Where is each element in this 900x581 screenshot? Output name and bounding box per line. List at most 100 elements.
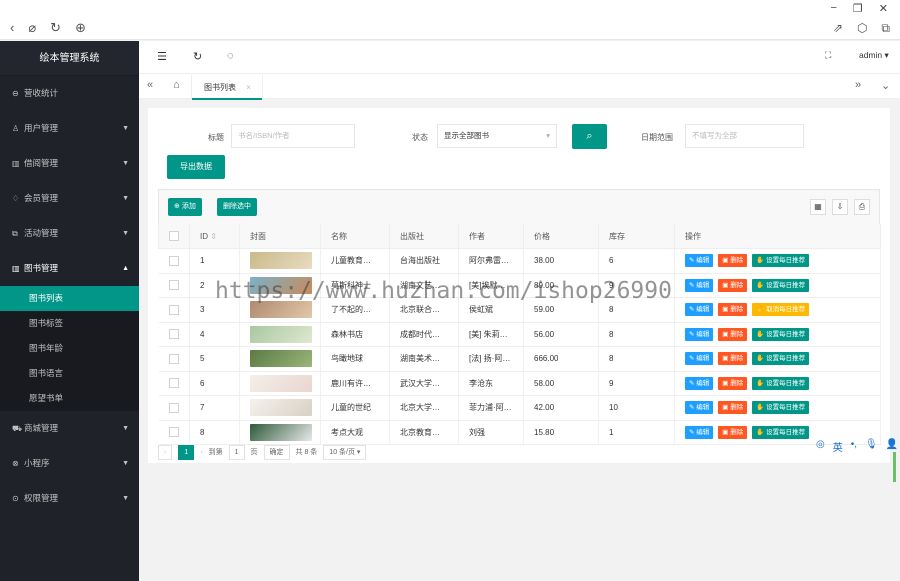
fullscreen-icon[interactable]: ⛶ — [825, 50, 831, 61]
ime-mic-icon[interactable]: 🎙 — [865, 439, 878, 454]
delete-button[interactable]: ▣ 删除 — [718, 254, 748, 268]
row-checkbox[interactable] — [168, 427, 179, 438]
export-icon[interactable]: ⇩ — [832, 199, 848, 215]
sidebar-item2-1[interactable]: ⊗ 小程序 ▼ — [0, 446, 139, 481]
edit-button[interactable]: ✎ 编辑 — [685, 303, 714, 317]
sidebar-item-3[interactable]: ♢ 会员管理 ▼ — [0, 181, 139, 216]
tabs-more-icon[interactable]: ⌄ — [881, 79, 890, 92]
tabs-left-icon[interactable]: « — [147, 79, 153, 91]
confirm-button[interactable]: 确定 — [263, 444, 290, 460]
col-id[interactable]: ID ⇕ — [189, 224, 240, 249]
ime-punct-icon[interactable]: •, — [851, 439, 857, 454]
theme-icon[interactable]: ◌ — [227, 50, 234, 62]
table-row[interactable]: 4 森林书店 成都时代… [美] 朱莉… 56.00 8 ✎ 编辑 ▣ 删除 ✋ 设置每日推荐 — [158, 322, 881, 347]
daily-recommend-button[interactable]: ✋ 取消每日推荐 — [752, 303, 810, 317]
row-checkbox[interactable] — [168, 353, 179, 364]
delete-button[interactable]: ▣ 删除 — [718, 352, 748, 366]
thumb-icon: ✋ — [756, 281, 765, 289]
submenu-item-4[interactable]: 愿望书单 — [0, 386, 139, 411]
delete-button[interactable]: ▣ 删除 — [718, 327, 748, 341]
submenu-item-0[interactable]: 图书列表 — [0, 286, 139, 311]
edit-button[interactable]: ✎ 编辑 — [685, 254, 714, 268]
daily-recommend-button[interactable]: ✋ 设置每日推荐 — [752, 278, 810, 292]
ime-user-icon[interactable]: 👤 — [886, 439, 898, 454]
search-button[interactable]: ⌕ — [572, 124, 607, 149]
ime-logo-icon[interactable]: ◎ — [816, 439, 825, 454]
row-checkbox[interactable] — [168, 255, 179, 266]
table-row[interactable]: 6 鹿川有许… 武汉大学… 李沧东 58.00 9 ✎ 编辑 ▣ 删除 ✋ 设置每日推荐 — [158, 371, 881, 396]
daily-recommend-button[interactable]: ✋ 设置每日推荐 — [752, 352, 810, 366]
book-cover-image — [250, 423, 312, 441]
share-icon[interactable]: ⇗ — [833, 21, 843, 36]
minimize-icon[interactable]: − — [830, 2, 836, 15]
delete-button[interactable]: ▣ 删除 — [718, 278, 748, 292]
edit-button[interactable]: ✎ 编辑 — [685, 327, 714, 341]
page-input[interactable]: 1 — [228, 444, 245, 460]
home-icon[interactable]: ⌂ — [173, 79, 180, 91]
close-icon[interactable]: ✕ — [879, 2, 888, 15]
table-row[interactable]: 7 儿童的世纪 北京大学… 菲力浦·阿… 42.00 10 ✎ 编辑 ▣ 删除 ✋ 设置每日推荐 — [158, 395, 881, 421]
prev-page-icon[interactable]: ‹ — [158, 444, 173, 460]
row-checkbox[interactable] — [168, 402, 179, 413]
row-checkbox[interactable] — [168, 280, 179, 291]
tabs-right-icon[interactable]: » — [855, 79, 861, 91]
sidebar-item2-2[interactable]: ⊙ 权限管理 ▼ — [0, 481, 139, 516]
row-checkbox[interactable] — [168, 304, 179, 315]
row-checkbox[interactable] — [168, 329, 179, 340]
tab-book-list[interactable]: 图书列表 × — [191, 74, 263, 100]
sidebar-item-2[interactable]: ▥ 借阅管理 ▼ — [0, 146, 139, 181]
daily-recommend-button[interactable]: ✋ 设置每日推荐 — [752, 401, 810, 415]
print-icon[interactable]: ⎙ — [854, 199, 870, 215]
sidebar-item-0[interactable]: ⊖ 营收统计 — [0, 76, 139, 111]
link-icon[interactable]: ⌀ — [28, 20, 36, 36]
sidebar-item2-0[interactable]: ⛟ 商城管理 ▼ — [0, 411, 139, 446]
delete-button[interactable]: ▣ 删除 — [718, 425, 748, 439]
row-checkbox[interactable] — [168, 378, 179, 389]
screenshot-icon[interactable]: ⧉ — [881, 21, 890, 36]
delete-button[interactable]: ▣ 删除 — [718, 376, 748, 390]
date-range-input[interactable]: 不填写为全部 — [685, 124, 804, 148]
submenu-item-1[interactable]: 图书标签 — [0, 311, 139, 336]
back-icon[interactable]: ‹ — [10, 20, 14, 36]
edit-button[interactable]: ✎ 编辑 — [685, 401, 714, 415]
edit-button[interactable]: ✎ 编辑 — [685, 425, 714, 439]
title-search-input[interactable]: 书名/ISBN/作者 — [231, 124, 355, 148]
daily-recommend-button[interactable]: ✋ 设置每日推荐 — [752, 254, 810, 268]
menu-toggle-icon[interactable]: ☰ — [157, 50, 167, 63]
columns-icon[interactable]: ▦ — [810, 199, 826, 215]
export-button[interactable]: 导出数据 — [167, 155, 225, 179]
edit-button[interactable]: ✎ 编辑 — [685, 352, 714, 366]
refresh-page-icon[interactable]: ↻ — [193, 50, 202, 63]
delete-selected-button[interactable]: 删除选中 — [217, 198, 257, 216]
sidebar-item-1[interactable]: ♙ 用户管理 ▼ — [0, 111, 139, 146]
status-select[interactable]: 显示全部图书 ▾ — [437, 124, 557, 148]
page-1[interactable]: 1 — [178, 444, 195, 460]
submenu-item-2[interactable]: 图书年龄 — [0, 336, 139, 361]
miniapp-icon: ⊗ — [12, 459, 19, 468]
select-all-checkbox[interactable] — [169, 231, 179, 241]
submenu-item-3[interactable]: 图书语言 — [0, 361, 139, 386]
user-menu[interactable]: admin ▾ — [859, 50, 889, 61]
edit-button[interactable]: ✎ 编辑 — [685, 278, 714, 292]
cart-icon: ⛟ — [12, 424, 23, 433]
next-page-icon[interactable]: › — [200, 449, 202, 456]
daily-recommend-button[interactable]: ✋ 设置每日推荐 — [752, 327, 810, 341]
sidebar-item-5[interactable]: ▥ 图书管理 ▲ — [0, 251, 139, 286]
page-size-select[interactable]: 10 条/页 ▾ — [323, 444, 367, 460]
sidebar-item-4[interactable]: ⧉ 活动管理 ▼ — [0, 216, 139, 251]
daily-recommend-button[interactable]: ✋ 设置每日推荐 — [752, 425, 810, 439]
refresh-icon[interactable]: ↻ — [50, 20, 61, 36]
delete-button[interactable]: ▣ 删除 — [718, 303, 748, 317]
table-row[interactable]: 5 鸟瞰地球 湖南美术… [法] 扬·阿… 666.00 8 ✎ 编辑 ▣ 删除 ✋ 设置每日推… — [158, 346, 881, 372]
table-row[interactable]: 8 考点大观 北京教育… 刘强 15.80 1 ✎ 编辑 ▣ 删除 ✋ 设置每日推荐 — [158, 420, 881, 445]
delete-button[interactable]: ▣ 删除 — [718, 401, 748, 415]
cube-icon[interactable]: ⬡ — [857, 21, 867, 36]
table-row[interactable]: 1 儿童教育… 台海出版社 阿尔弗雷… 38.00 6 ✎ 编辑 ▣ 删除 ✋ 设置每日推荐 — [158, 248, 881, 274]
restore-icon[interactable]: ❐ — [853, 2, 863, 15]
edit-button[interactable]: ✎ 编辑 — [685, 376, 714, 390]
ime-lang[interactable]: 英 — [833, 439, 843, 454]
globe-icon[interactable]: ⊕ — [75, 20, 86, 36]
daily-recommend-button[interactable]: ✋ 设置每日推荐 — [752, 376, 810, 390]
add-button[interactable]: ⊕ 添加 — [168, 198, 202, 216]
tab-close-icon[interactable]: × — [246, 83, 251, 92]
